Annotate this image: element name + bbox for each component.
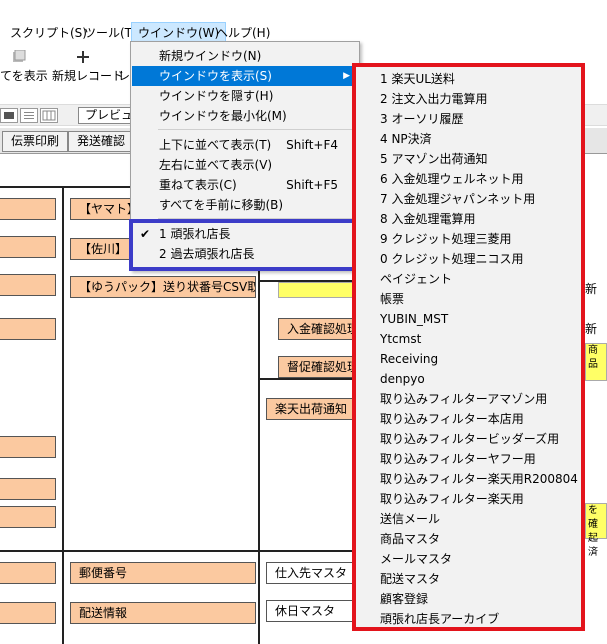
left-action-button[interactable] [0, 236, 56, 258]
submenu-window-item[interactable]: Receiving [380, 349, 438, 369]
tab-shipping-confirm[interactable]: 発送確認 [68, 131, 135, 152]
left-action-button[interactable] [0, 602, 56, 624]
left-action-button[interactable] [0, 274, 56, 296]
records-icon [13, 50, 26, 62]
postal-code-button[interactable]: 郵便番号 [70, 562, 256, 584]
show-window-item[interactable]: ウインドウを表示(S) ▶ [132, 66, 358, 86]
table-view-button[interactable] [40, 108, 58, 123]
menu-item-label: 重ねて表示(C) [159, 178, 237, 192]
menu-separator [158, 129, 354, 130]
payment-check-button[interactable]: 入金確認処理 [278, 318, 354, 340]
right-edge-text: 新 [585, 282, 598, 296]
menu-item-shortcut: Shift+F4 [286, 138, 338, 152]
divider [258, 378, 352, 380]
submenu-window-item[interactable]: 4 NP決済 [380, 129, 432, 149]
submenu-window-item[interactable]: 0 クレジット処理ニコス用 [380, 249, 523, 269]
supplier-master-button[interactable]: 仕入先マスタ [266, 562, 354, 584]
submenu-window-item[interactable]: 取り込みフィルター楽天用R200804 [380, 469, 578, 489]
submenu-window-item[interactable]: YUBIN_MST [380, 309, 448, 329]
tile-horizontal-item[interactable]: 上下に並べて表示(T) Shift+F4 [132, 135, 358, 155]
menu-item-label: 上下に並べて表示(T) [159, 138, 272, 152]
left-action-button[interactable] [0, 506, 56, 528]
left-action-button[interactable] [0, 436, 56, 458]
delivery-info-button[interactable]: 配送情報 [70, 602, 256, 624]
status-field [278, 282, 354, 298]
new-record-button[interactable]: 新規レコード [52, 50, 124, 84]
menu-item-shortcut: Shift+F5 [286, 178, 338, 192]
rakuten-shipping-notice-button[interactable]: 楽天出荷通知 [266, 398, 354, 420]
new-window-item[interactable]: 新規ウインドウ(N) [132, 46, 358, 66]
submenu-arrow-icon: ▶ [343, 71, 350, 81]
tile-vertical-item[interactable]: 左右に並べて表示(V) [132, 155, 358, 175]
yupack-csv-import-button[interactable]: 【ゆうパック】送り状番号CSV取込 [70, 276, 256, 298]
right-edge-product-box: 商品 [585, 343, 607, 381]
submenu-window-item[interactable]: 帳票 [380, 289, 404, 309]
submenu-window-item[interactable]: denpyo [380, 369, 425, 389]
menu-item-label: すべてを手前に移動(B) [159, 198, 284, 212]
submenu-window-item[interactable]: 取り込みフィルターヤフー用 [380, 449, 536, 469]
submenu-window-item[interactable]: 6 入金処理ウェルネット用 [380, 169, 523, 189]
divider [0, 550, 352, 552]
show-all-label: てを表示 [0, 69, 48, 83]
submenu-window-item[interactable]: 商品マスタ [380, 529, 440, 549]
left-action-button[interactable] [0, 478, 56, 500]
submenu-window-item[interactable]: 顧客登録 [380, 589, 428, 609]
submenu-window-item[interactable]: 配送マスタ [380, 569, 440, 589]
right-edge-confirm-label-2: 起済 [588, 533, 598, 558]
show-window-submenu: 1 楽天UL送料 2 注文入出力電算用 3 オーソリ履歴 4 NP決済 5 アマゾン出荷… [352, 63, 585, 631]
plus-icon [77, 51, 89, 63]
toolbar-partial-button[interactable]: レ [118, 67, 130, 84]
left-action-button[interactable] [0, 562, 56, 584]
menu-item-label: 新規ウインドウ(N) [159, 49, 262, 63]
right-edge-confirm-box: を確 起済 [585, 503, 607, 558]
submenu-window-item[interactable]: 送信メール [380, 509, 440, 529]
left-action-button[interactable] [0, 318, 56, 340]
bring-all-front-item[interactable]: すべてを手前に移動(B) [132, 195, 358, 215]
holiday-master-button[interactable]: 休日マスタ [266, 600, 354, 622]
menu-item-label: ウインドウを表示(S) [159, 69, 272, 83]
submenu-window-item[interactable]: 取り込みフィルタービッダーズ用 [380, 429, 559, 449]
cascade-item[interactable]: 重ねて表示(C) Shift+F5 [132, 175, 358, 195]
right-edge-confirm-label: を確 [588, 505, 598, 530]
minimize-window-item[interactable]: ウインドウを最小化(M) [132, 106, 358, 126]
submenu-window-item[interactable]: 9 クレジット処理三菱用 [380, 229, 511, 249]
submenu-window-item[interactable]: 8 入金処理電算用 [380, 209, 475, 229]
divider [64, 188, 66, 644]
toolbar-partial-label: レ [118, 69, 131, 83]
submenu-window-item[interactable]: 5 アマゾン出荷通知 [380, 149, 487, 169]
tab-slip-print[interactable]: 伝票印刷 [2, 131, 69, 152]
form-view-button[interactable] [0, 108, 18, 123]
list-view-button[interactable] [20, 108, 38, 123]
right-edge-product-label: 商品 [588, 345, 598, 370]
menu-item-label: 左右に並べて表示(V) [159, 158, 273, 172]
left-action-button[interactable] [0, 198, 56, 220]
submenu-window-item[interactable]: 1 楽天UL送料 [380, 69, 455, 89]
new-record-label: 新規レコード [52, 69, 125, 83]
table-view-icon [42, 110, 56, 121]
hide-window-item[interactable]: ウインドウを隠す(H) [132, 86, 358, 106]
show-all-button[interactable]: てを表示 [0, 50, 48, 84]
menu-item-label: ウインドウを最小化(M) [159, 109, 287, 123]
submenu-window-item[interactable]: 取り込みフィルター楽天用 [380, 489, 524, 509]
submenu-window-item[interactable]: 頑張れ店長アーカイブ [380, 609, 499, 629]
submenu-window-item[interactable]: 取り込みフィルター本店用 [380, 409, 524, 429]
submenu-window-item[interactable]: 取り込みフィルターアマゾン用 [380, 389, 547, 409]
right-edge-text: 新 [585, 322, 598, 336]
submenu-window-item[interactable]: 7 入金処理ジャパンネット用 [380, 189, 535, 209]
submenu-window-item[interactable]: ペイジェント [380, 269, 452, 289]
menu-item-label: ウインドウを隠す(H) [159, 89, 274, 103]
submenu-window-item[interactable]: 2 注文入出力電算用 [380, 89, 487, 109]
list-view-icon [24, 112, 34, 119]
reminder-check-button[interactable]: 督促確認処理 [278, 356, 354, 378]
submenu-window-item[interactable]: Ytcmst [380, 329, 421, 349]
recent-windows-highlight [129, 219, 361, 271]
form-view-icon [4, 112, 14, 119]
submenu-window-item[interactable]: メールマスタ [380, 549, 452, 569]
submenu-window-item[interactable]: 3 オーソリ履歴 [380, 109, 463, 129]
